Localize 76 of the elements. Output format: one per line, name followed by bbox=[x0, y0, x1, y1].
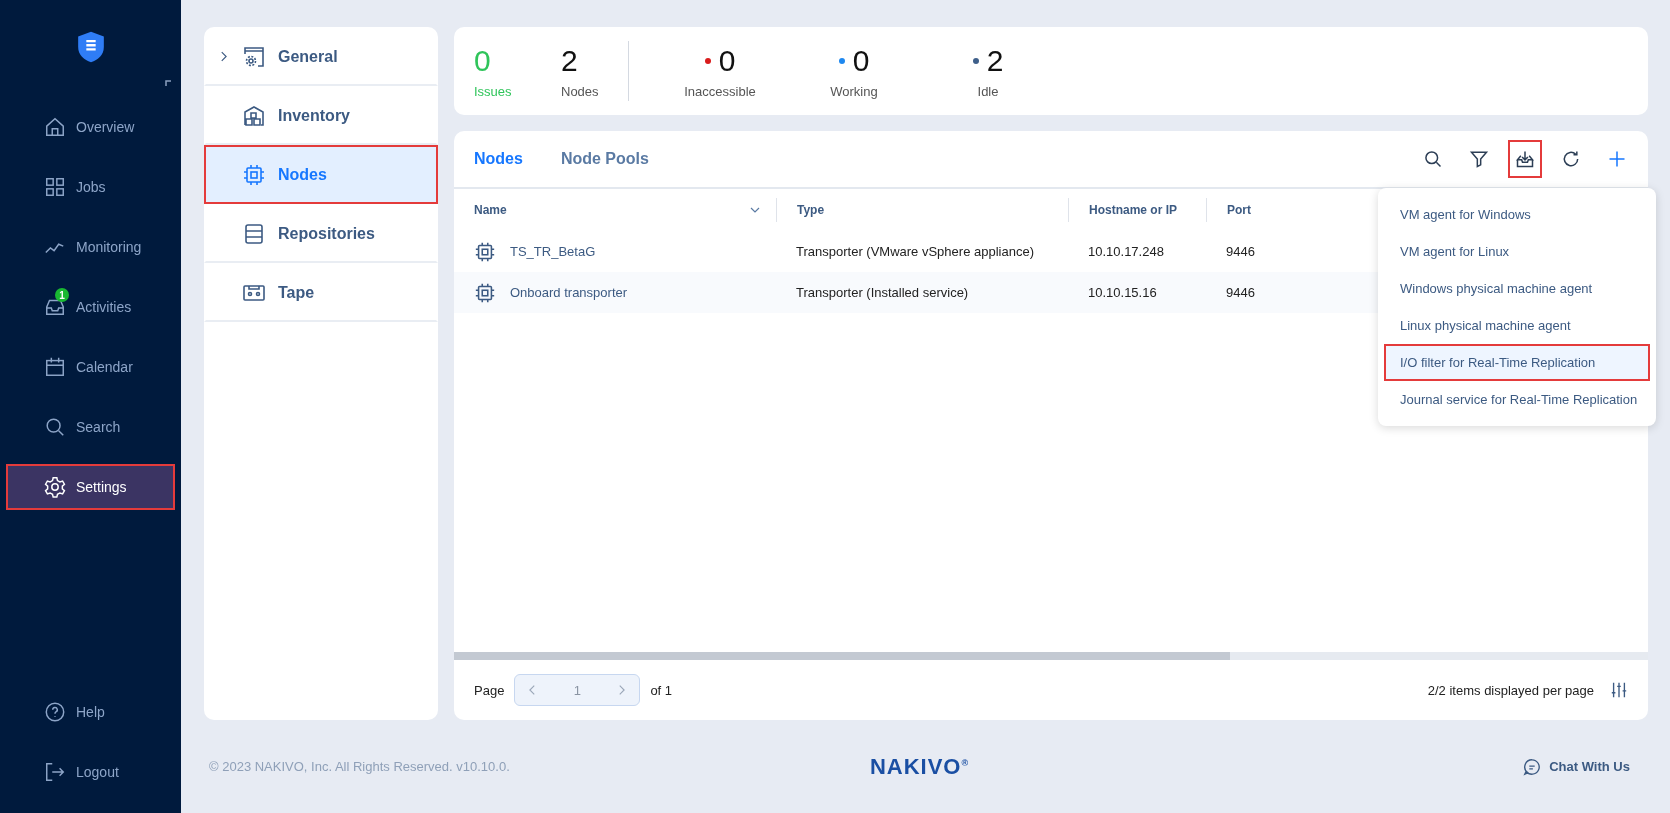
refresh-icon bbox=[1561, 149, 1581, 169]
table-cell: Transporter (VMware vSphere appliance) bbox=[796, 244, 1034, 259]
dropdown-menu-item[interactable]: Journal service for Real-Time Replication bbox=[1384, 381, 1650, 418]
table-cell: 9446 bbox=[1226, 285, 1255, 300]
column-header[interactable]: Type bbox=[797, 203, 825, 217]
settings-menu-item[interactable]: General bbox=[204, 27, 438, 86]
help-icon bbox=[44, 701, 66, 723]
stat-label: Idle bbox=[977, 83, 999, 99]
stat-value: 0 bbox=[852, 43, 870, 78]
items-per-page-text: 2/2 items displayed per page bbox=[1427, 682, 1594, 698]
count-badge: 1 bbox=[55, 288, 69, 302]
stat-label: Inaccessible bbox=[684, 83, 756, 99]
tab[interactable]: Node Pools bbox=[560, 150, 649, 168]
stat-label: Nodes bbox=[561, 83, 599, 99]
nakivo-logo: NAKIVO$^{®}$ bbox=[869, 753, 970, 780]
stat-label: Working bbox=[830, 83, 878, 99]
nav-item[interactable]: Settings bbox=[6, 464, 175, 510]
column-header[interactable]: Name bbox=[474, 203, 507, 217]
search-icon bbox=[44, 416, 66, 438]
chat-bubble-icon bbox=[1523, 757, 1542, 776]
nav-item[interactable]: 1 Activities bbox=[6, 284, 175, 330]
settings-menu-item[interactable]: Tape bbox=[204, 263, 438, 322]
shield-logo-icon bbox=[76, 30, 105, 64]
stat-value: 0 bbox=[474, 43, 491, 78]
storage-icon bbox=[242, 221, 266, 246]
nav-item[interactable]: Calendar bbox=[6, 344, 175, 390]
stat-value: 0 bbox=[718, 43, 736, 78]
settings-menu-item[interactable]: Nodes bbox=[204, 145, 438, 204]
node-name-link[interactable]: TS_TR_BetaG bbox=[510, 244, 596, 259]
chevron-right-icon[interactable] bbox=[220, 51, 227, 62]
grid-icon bbox=[44, 176, 66, 198]
nav-item[interactable]: Help bbox=[6, 689, 175, 735]
nav-item[interactable]: Overview bbox=[6, 104, 175, 150]
search-icon bbox=[1423, 149, 1443, 169]
dropdown-menu-item[interactable]: VM agent for Linux bbox=[1384, 233, 1650, 270]
warehouse-icon bbox=[242, 103, 266, 128]
horizontal-scrollbar[interactable] bbox=[454, 652, 1648, 660]
sliders-icon[interactable] bbox=[1610, 681, 1628, 699]
table-cell: Transporter (Installed service) bbox=[796, 285, 969, 300]
nav-item[interactable]: Monitoring bbox=[6, 224, 175, 270]
add-icon bbox=[1607, 149, 1627, 169]
chip-icon bbox=[242, 162, 266, 187]
filter-icon bbox=[1469, 149, 1489, 169]
column-header[interactable]: Port bbox=[1227, 203, 1251, 217]
node-name-link[interactable]: Onboard transporter bbox=[510, 285, 628, 300]
calendar-icon bbox=[44, 356, 66, 378]
settings-icon bbox=[44, 476, 66, 498]
stat-label: Issues bbox=[474, 83, 512, 99]
dropdown-menu-item[interactable]: Windows physical machine agent bbox=[1384, 270, 1650, 307]
page-label: Page bbox=[474, 682, 505, 698]
dropdown-menu-item[interactable]: VM agent for Windows bbox=[1384, 196, 1650, 233]
table-cell: 10.10.15.16 bbox=[1088, 285, 1157, 300]
page-count: of 1 bbox=[650, 682, 673, 698]
nav-item[interactable]: Jobs bbox=[6, 164, 175, 210]
table-cell: 9446 bbox=[1226, 244, 1255, 259]
toolbar-button[interactable] bbox=[1508, 140, 1542, 178]
chevron-down-icon[interactable] bbox=[750, 207, 760, 213]
download-tray-icon bbox=[1515, 149, 1535, 169]
stat-value: 2 bbox=[561, 43, 578, 78]
collapse-corner-icon[interactable] bbox=[165, 80, 171, 86]
logout-icon bbox=[44, 761, 66, 783]
home-icon bbox=[44, 116, 66, 138]
nav-item[interactable]: Search bbox=[6, 404, 175, 450]
column-header[interactable]: Hostname or IP bbox=[1089, 203, 1178, 217]
settings-menu-item[interactable]: Repositories bbox=[204, 204, 438, 263]
dropdown-menu-item[interactable]: I/O filter for Real-Time Replication bbox=[1384, 344, 1650, 381]
tab[interactable]: Nodes bbox=[474, 150, 523, 168]
table-cell: 10.10.17.248 bbox=[1088, 244, 1164, 259]
dropdown-menu-item[interactable]: Linux physical machine agent bbox=[1384, 307, 1650, 344]
gear-window-icon bbox=[242, 44, 266, 69]
chip-icon bbox=[474, 281, 496, 304]
nav-item[interactable]: Logout bbox=[6, 749, 175, 795]
chat-button[interactable]: Chat With Us bbox=[1210, 757, 1630, 776]
chip-icon bbox=[474, 240, 496, 263]
copyright-text: © 2023 NAKIVO, Inc. All Rights Reserved. v10.10.0. bbox=[209, 759, 511, 774]
stat-value: 2 bbox=[986, 43, 1004, 78]
